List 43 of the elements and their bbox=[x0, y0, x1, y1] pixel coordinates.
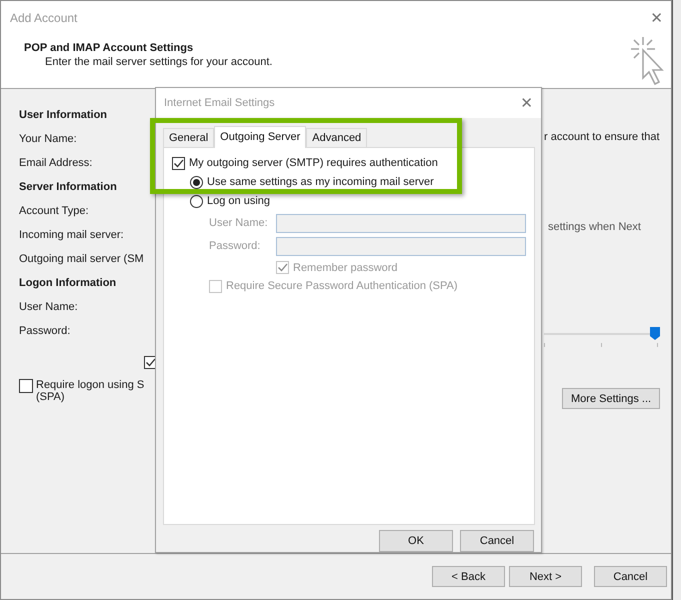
section-heading: Logon Information bbox=[19, 277, 116, 291]
close-button[interactable]: ✕ bbox=[512, 94, 541, 112]
field-label: User Name: bbox=[209, 217, 269, 230]
header-title: POP and IMAP Account Settings bbox=[24, 42, 194, 54]
wizard-button[interactable]: Next > bbox=[509, 566, 582, 587]
checkbox[interactable] bbox=[172, 156, 185, 170]
field-label: Account Type: bbox=[19, 205, 89, 219]
dialog-button[interactable]: Cancel bbox=[460, 530, 534, 552]
tab[interactable]: General bbox=[163, 128, 214, 147]
tab[interactable]: Advanced bbox=[306, 128, 368, 147]
checkbox-label: (SPA) bbox=[36, 391, 66, 403]
window-title: Add Account bbox=[10, 10, 78, 24]
checkbox-label: Require Secure Password Authentication (SPA) bbox=[226, 280, 458, 292]
section-heading: Server Information bbox=[19, 181, 117, 195]
radio-label: Log on using bbox=[207, 195, 270, 208]
radio-button[interactable] bbox=[190, 176, 203, 189]
section-heading: User Information bbox=[19, 109, 108, 123]
checkbox-label: Remember password bbox=[293, 262, 398, 274]
wizard-button[interactable]: Cancel bbox=[594, 566, 667, 587]
checkbox[interactable] bbox=[19, 379, 33, 393]
checkbox-label: Require logon using S bbox=[36, 379, 144, 391]
description-text: r account to ensure that bbox=[544, 131, 660, 143]
field-label: Outgoing mail server (SM bbox=[19, 253, 144, 267]
wizard-button[interactable]: < Back bbox=[432, 566, 505, 587]
more-settings-button[interactable]: More Settings ... bbox=[562, 388, 660, 409]
field-label: Email Address: bbox=[19, 157, 92, 171]
field-label: User Name: bbox=[19, 301, 78, 315]
dialog-button[interactable]: OK bbox=[379, 530, 453, 552]
tab[interactable]: Outgoing Server bbox=[214, 126, 306, 148]
field-label: Incoming mail server: bbox=[19, 229, 124, 243]
radio-label: Use same settings as my incoming mail server bbox=[207, 176, 434, 188]
field-label: Password: bbox=[209, 240, 262, 252]
dialog-title: Internet Email Settings bbox=[164, 96, 275, 109]
checkbox-label: My outgoing server (SMTP) requires authentication bbox=[189, 157, 438, 170]
user-name-field[interactable] bbox=[276, 214, 526, 233]
description-text: settings when Next bbox=[548, 221, 641, 233]
slider[interactable] bbox=[544, 327, 658, 347]
radio-button[interactable] bbox=[190, 194, 203, 208]
field-label: Your Name: bbox=[19, 133, 77, 147]
header-subtitle: Enter the mail server settings for your account. bbox=[45, 56, 272, 68]
close-button[interactable]: ✕ bbox=[642, 8, 671, 26]
password-field[interactable] bbox=[276, 236, 526, 256]
field-label: Password: bbox=[19, 325, 70, 339]
